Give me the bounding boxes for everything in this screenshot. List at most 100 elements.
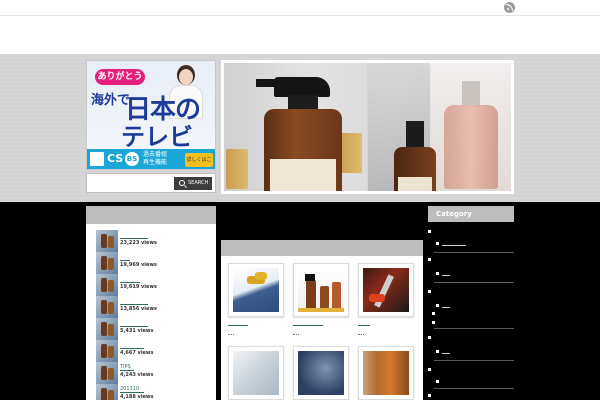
ranking-thumbnail[interactable] — [96, 230, 118, 252]
post-card[interactable] — [293, 263, 349, 317]
post-card[interactable] — [358, 346, 414, 400]
post-title-link[interactable] — [358, 322, 370, 326]
category-bullet — [428, 368, 431, 371]
ad-cs-label: CS — [107, 152, 124, 165]
post-grid-panel — [221, 240, 423, 400]
ranking-item-title[interactable]: TIPS — [120, 365, 134, 371]
search-button[interactable]: SEARCH — [174, 177, 212, 190]
category-sidebar: Category — [428, 206, 514, 400]
ranking-item-title[interactable] — [120, 321, 148, 327]
banner-bottle — [444, 81, 500, 191]
ranking-item[interactable]: 23,223 views — [96, 230, 211, 252]
ranking-item-views: 4,243 views — [120, 372, 154, 378]
post-card[interactable] — [358, 263, 414, 317]
ranking-item[interactable]: 19,969 views — [96, 252, 211, 274]
ranking-item-views: 4,188 views — [120, 394, 154, 400]
search-box: SEARCH — [86, 173, 216, 193]
ranking-item-title[interactable]: 201310 — [120, 387, 144, 393]
ad-pill: ありがとう — [95, 69, 145, 85]
category-bullet — [428, 230, 431, 233]
ranking-item[interactable]: 19,619 views — [96, 274, 211, 296]
ranking-item[interactable]: 201310 4,188 views — [96, 384, 211, 400]
banner-bottle — [394, 121, 438, 191]
post-title-link[interactable] — [228, 322, 248, 326]
ad-banner[interactable]: ありがとう 海外で 日本の テレビ CS BS 過去番組 再生機能 詳しくはこち… — [86, 60, 216, 170]
category-divider — [434, 252, 514, 253]
category-divider — [434, 282, 514, 283]
category-bullet — [436, 350, 439, 353]
category-bullet — [428, 336, 431, 339]
ranking-item-title[interactable] — [120, 233, 148, 239]
category-link[interactable] — [442, 245, 466, 246]
site-header — [0, 16, 600, 54]
ranking-item[interactable]: 13,856 views — [96, 296, 211, 318]
search-icon — [179, 180, 185, 186]
ranking-item[interactable]: 4,667 views — [96, 340, 211, 362]
ranking-item[interactable]: 5,431 views — [96, 318, 211, 340]
ranking-item-title[interactable] — [120, 255, 130, 261]
ranking-item-title[interactable] — [120, 343, 144, 349]
category-bullet — [432, 321, 435, 324]
category-bullet — [436, 242, 439, 245]
ad-bs-badge: BS — [125, 152, 139, 166]
category-divider — [434, 360, 514, 361]
ranking-item-title[interactable] — [120, 277, 140, 283]
ranking-item-title[interactable] — [120, 299, 148, 305]
ad-logo-icon — [90, 152, 104, 166]
ad-text-line3: テレビ — [121, 123, 193, 151]
ranking-thumbnail[interactable] — [96, 318, 118, 340]
banner-bottle — [226, 149, 248, 189]
category-bullet — [428, 258, 431, 261]
ranking-item[interactable]: TIPS 4,243 views — [96, 362, 211, 384]
hero-banner-image[interactable] — [221, 60, 514, 194]
category-link[interactable] — [442, 353, 450, 354]
search-input[interactable] — [90, 177, 170, 189]
ranking-thumbnail[interactable] — [96, 252, 118, 274]
category-header: Category — [428, 206, 514, 222]
category-bullet — [428, 290, 431, 293]
category-divider — [434, 388, 514, 389]
ranking-widget: 23,223 views 19,969 views 19,619 views 1… — [86, 206, 216, 400]
ranking-thumbnail[interactable] — [96, 274, 118, 296]
post-grid-header — [221, 240, 423, 256]
content-top-block — [221, 206, 421, 234]
ranking-thumbnail[interactable] — [96, 340, 118, 362]
post-title-link[interactable] — [293, 322, 323, 326]
ad-details-button[interactable]: 詳しくはこちら — [185, 153, 213, 167]
ranking-item-views: 19,619 views — [120, 284, 157, 290]
post-meta — [293, 333, 299, 335]
post-meta — [358, 333, 364, 335]
category-bullet — [436, 304, 439, 307]
category-bullet — [436, 380, 439, 383]
ranking-item-views: 4,667 views — [120, 350, 154, 356]
post-card[interactable] — [228, 263, 284, 317]
ranking-thumbnail[interactable] — [96, 362, 118, 384]
ranking-item-views: 19,969 views — [120, 262, 157, 268]
category-bullet — [436, 272, 439, 275]
ranking-item-views: 13,856 views — [120, 306, 157, 312]
post-thumbnail[interactable] — [363, 268, 409, 312]
ranking-thumbnail[interactable] — [96, 296, 118, 318]
ranking-thumbnail[interactable] — [96, 384, 118, 400]
post-thumbnail[interactable] — [298, 268, 344, 312]
category-link[interactable] — [442, 275, 450, 276]
ranking-item-views: 5,431 views — [120, 328, 154, 334]
search-button-label: SEARCH — [188, 180, 209, 186]
post-thumbnail[interactable] — [233, 268, 279, 312]
post-thumbnail[interactable] — [233, 351, 279, 395]
ranking-item-views: 23,223 views — [120, 240, 157, 246]
post-thumbnail[interactable] — [298, 351, 344, 395]
post-card[interactable] — [293, 346, 349, 400]
category-link[interactable] — [442, 307, 450, 308]
category-divider — [434, 328, 514, 329]
ad-sub-text: 過去番組 再生機能 — [143, 151, 168, 166]
spray-bottle-image — [256, 73, 344, 191]
top-bar — [0, 0, 600, 16]
post-card[interactable] — [228, 346, 284, 400]
post-thumbnail[interactable] — [363, 351, 409, 395]
rss-icon[interactable] — [504, 2, 515, 13]
category-bullet — [432, 312, 435, 315]
category-bullet — [428, 394, 431, 397]
post-meta — [228, 333, 234, 335]
ranking-widget-header — [86, 206, 216, 224]
